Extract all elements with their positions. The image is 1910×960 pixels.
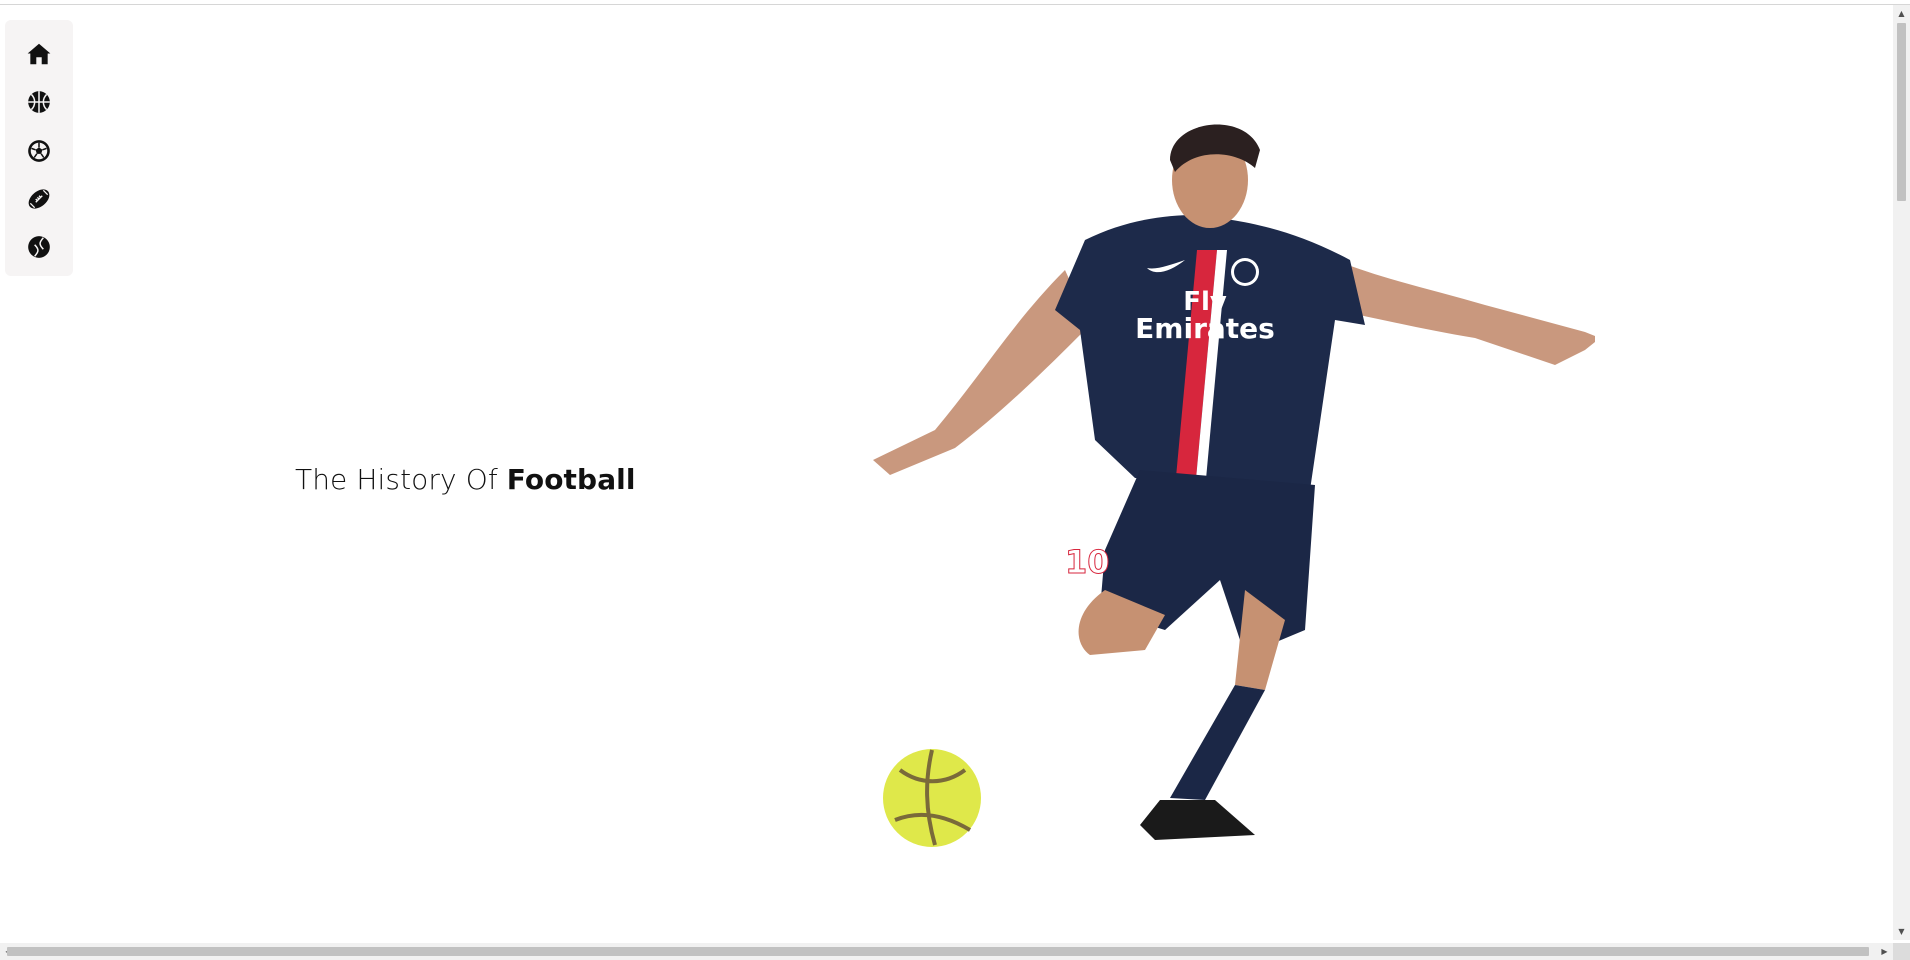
scroll-right-arrow-icon[interactable]: ▶ — [1876, 943, 1893, 960]
vertical-scrollbar[interactable]: ▲ ▼ — [1893, 5, 1910, 940]
sidebar-nav — [5, 20, 73, 276]
american-football-icon — [28, 189, 50, 209]
vertical-scroll-thumb[interactable] — [1897, 23, 1906, 201]
soccer-ball-icon — [28, 139, 50, 162]
football-player-image: Fly Emirates 10 — [873, 124, 1595, 847]
sidebar-item-american-football[interactable] — [19, 179, 59, 218]
page-title-emphasis: Football — [506, 463, 636, 496]
sidebar-item-soccer[interactable] — [19, 131, 59, 170]
page-title: The History Of Football — [295, 463, 636, 496]
browser-top-edge — [0, 0, 1910, 5]
sidebar-item-baseball[interactable] — [19, 228, 59, 267]
sidebar-item-basketball[interactable] — [19, 82, 59, 121]
sidebar-item-home[interactable] — [19, 34, 59, 73]
horizontal-scroll-thumb[interactable] — [7, 947, 1869, 956]
home-icon — [27, 43, 51, 64]
shorts-number: 10 — [1065, 543, 1110, 581]
page-title-prefix: The History Of — [295, 463, 507, 496]
scroll-up-arrow-icon[interactable]: ▲ — [1893, 5, 1910, 22]
scroll-down-arrow-icon[interactable]: ▼ — [1893, 923, 1910, 940]
basketball-icon — [28, 91, 50, 113]
baseball-icon — [28, 236, 50, 259]
horizontal-scrollbar[interactable]: ◀ ▶ — [0, 943, 1893, 960]
jersey-text-emirates: Emirates — [1135, 312, 1275, 345]
page-viewport: The History Of Football Fly Emirates 10 — [0, 0, 1910, 960]
scrollbar-corner — [1893, 943, 1910, 960]
